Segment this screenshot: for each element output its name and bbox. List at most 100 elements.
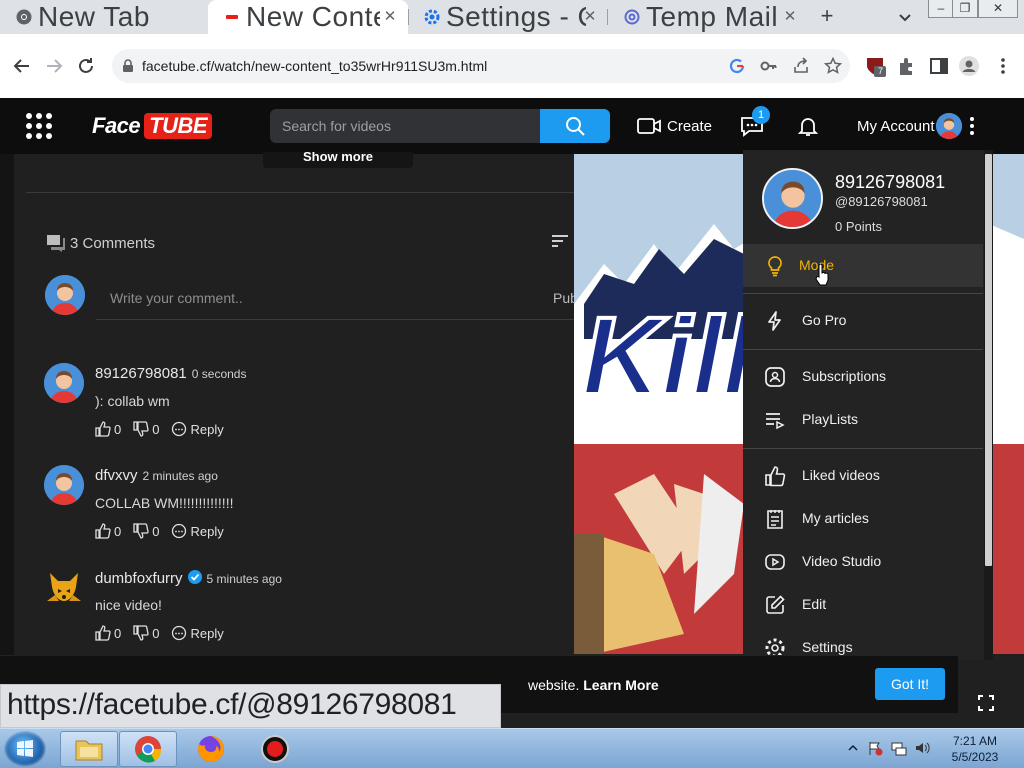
reply-button[interactable]: Reply <box>171 523 224 539</box>
menu-item-label: PlayLists <box>802 411 859 427</box>
apps-grid-icon[interactable] <box>26 113 52 139</box>
extension-shield-icon[interactable]: 7 <box>864 55 886 77</box>
comment-author-link[interactable]: dumbfoxfurry <box>95 570 183 587</box>
bell-icon <box>797 118 819 136</box>
tab-search-chevron-icon[interactable] <box>896 8 914 26</box>
extensions-puzzle-icon[interactable] <box>896 55 918 77</box>
reply-button[interactable]: Reply <box>171 625 224 641</box>
address-bar[interactable]: facetube.cf/watch/new-content_to35wrHr91… <box>112 49 850 83</box>
avatar[interactable] <box>762 168 823 229</box>
avatar[interactable] <box>44 567 84 607</box>
tab-new-content[interactable]: New Content ✕ <box>208 0 408 34</box>
forward-arrow-icon[interactable] <box>42 54 66 78</box>
subscriptions-icon <box>764 366 786 388</box>
articles-icon <box>764 508 786 530</box>
url-text: facetube.cf/watch/new-content_to35wrHr91… <box>142 58 488 74</box>
comment-item: dumbfoxfurry 5 minutes ago nice video! 0… <box>44 567 564 647</box>
close-tab-icon[interactable]: ✕ <box>582 9 598 25</box>
got-it-button[interactable]: Got It! <box>875 668 945 700</box>
system-clock[interactable]: 7:21 AM 5/5/2023 <box>940 733 1010 765</box>
create-button[interactable]: Create <box>637 114 712 138</box>
account-menu-kebab-icon[interactable] <box>966 114 978 138</box>
menu-item-playlists[interactable]: PlayLists <box>743 398 983 441</box>
my-account-label: My Account <box>857 117 935 135</box>
tab-divider <box>408 9 409 25</box>
create-label: Create <box>667 117 713 135</box>
taskbar-recorder[interactable] <box>246 731 304 767</box>
comment-time: 0 seconds <box>191 367 247 381</box>
dislike-button[interactable]: 0 <box>133 625 159 641</box>
taskbar-chrome[interactable] <box>119 731 177 767</box>
side-panel-icon[interactable] <box>928 55 950 77</box>
avatar[interactable] <box>45 275 85 315</box>
menu-item-edit[interactable]: Edit <box>743 583 983 626</box>
taskbar-firefox[interactable] <box>182 731 240 767</box>
facetube-logo[interactable]: Face TUBE <box>92 113 213 139</box>
search-button[interactable] <box>540 109 610 143</box>
account-summary[interactable]: 89126798081 @89126798081 0 Points <box>743 150 983 244</box>
avatar[interactable] <box>44 465 84 505</box>
dislike-button[interactable]: 0 <box>133 421 159 437</box>
chrome-icon <box>135 736 162 763</box>
dropdown-scrollbar-thumb[interactable] <box>985 154 992 566</box>
tab-new-tab[interactable]: New Tab <box>0 0 208 34</box>
show-hidden-icons-chevron-icon[interactable] <box>845 740 861 756</box>
lock-icon[interactable] <box>122 59 134 78</box>
menu-item-go-pro[interactable]: Go Pro <box>743 299 983 342</box>
reply-bubble-icon <box>172 523 187 539</box>
menu-item-subscriptions[interactable]: Subscriptions <box>743 355 983 398</box>
close-tab-icon[interactable]: ✕ <box>782 9 798 25</box>
avatar[interactable] <box>936 113 962 139</box>
like-button[interactable]: 0 <box>95 625 121 641</box>
comment-author-link[interactable]: dfvxvy <box>95 467 138 484</box>
start-button[interactable] <box>4 731 46 767</box>
browser-menu-kebab-icon[interactable] <box>992 55 1014 77</box>
close-tab-icon[interactable]: ✕ <box>382 9 398 25</box>
key-icon[interactable] <box>760 57 778 75</box>
like-button[interactable]: 0 <box>95 421 121 437</box>
action-center-flag-icon[interactable] <box>867 740 883 756</box>
menu-item-label: Edit <box>802 596 827 612</box>
avatar[interactable] <box>44 363 84 403</box>
menu-item-my-articles[interactable]: My articles <box>743 497 983 540</box>
sort-icon[interactable] <box>552 234 568 248</box>
network-icon[interactable] <box>891 740 907 756</box>
comment-author-link[interactable]: 89126798081 <box>95 365 187 382</box>
back-arrow-icon[interactable] <box>10 54 34 78</box>
bookmark-star-icon[interactable] <box>823 56 843 75</box>
reload-icon[interactable] <box>74 54 98 78</box>
tab-settings[interactable]: Settings - Chrome ✕ <box>408 0 608 34</box>
notifications-button[interactable] <box>796 114 820 138</box>
comment-input[interactable] <box>96 276 574 320</box>
show-more-button[interactable]: Show more <box>263 152 413 168</box>
menu-item-video-studio[interactable]: Video Studio <box>743 540 983 583</box>
tab-title: New Tab <box>38 1 150 32</box>
close-window-button[interactable]: ✕ <box>978 0 1018 18</box>
account-dropdown-menu: 89126798081 @89126798081 0 Points Mode G… <box>743 150 993 660</box>
reply-button[interactable]: Reply <box>171 421 224 437</box>
tab-temp-mail[interactable]: Temp Mail ✕ <box>608 0 808 34</box>
comments-section: Show more 3 Comments Pub 89126798081 0 s… <box>0 152 578 728</box>
share-icon[interactable] <box>792 57 810 75</box>
dislike-button[interactable]: 0 <box>133 523 159 539</box>
comment-time: 5 minutes ago <box>206 572 282 586</box>
minimize-button[interactable]: – <box>928 0 954 18</box>
windows-taskbar: 7:21 AM 5/5/2023 <box>0 728 1024 768</box>
learn-more-link[interactable]: Learn More <box>583 677 658 693</box>
tab-title: New Content <box>246 1 380 32</box>
like-button[interactable]: 0 <box>95 523 121 539</box>
menu-item-liked-videos[interactable]: Liked videos <box>743 454 983 497</box>
restore-button[interactable]: ❐ <box>952 0 978 18</box>
fullscreen-icon[interactable] <box>977 694 995 712</box>
search-input[interactable] <box>270 109 540 143</box>
menu-item-mode[interactable]: Mode <box>743 244 983 287</box>
thumbs-up-icon <box>95 625 111 641</box>
thumbs-up-icon <box>95 523 111 539</box>
new-tab-button[interactable]: + <box>816 5 838 27</box>
like-count: 0 <box>114 421 122 437</box>
volume-speaker-icon[interactable] <box>914 740 930 756</box>
taskbar-file-explorer[interactable] <box>60 731 118 767</box>
google-translate-icon[interactable] <box>728 57 746 75</box>
profile-icon[interactable] <box>958 55 980 77</box>
my-account-button[interactable]: My Account <box>857 114 935 138</box>
